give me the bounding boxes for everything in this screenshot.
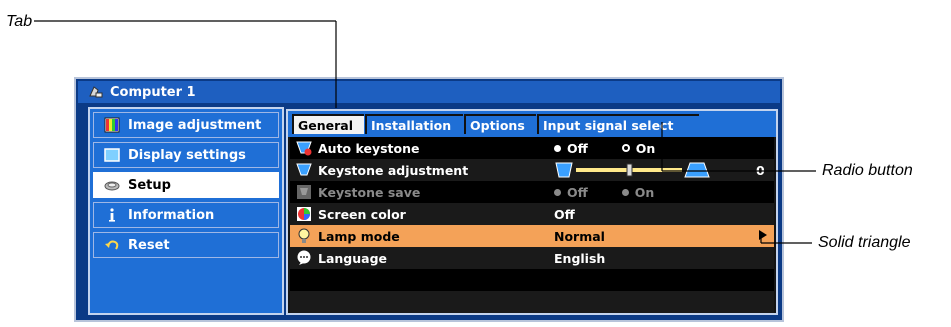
callout-leader-lines: [34, 20, 816, 244]
